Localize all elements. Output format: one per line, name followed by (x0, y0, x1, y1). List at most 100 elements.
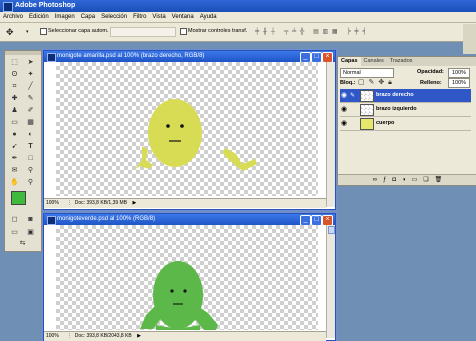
menu-bar: Archivo Edición Imagen Capa Selección Fi… (0, 12, 476, 23)
move-tool-icon[interactable]: ➤ (24, 58, 37, 68)
menu-edicion[interactable]: Edición (26, 12, 52, 22)
layer-row-cuerpo[interactable]: ◉ cuerpo (340, 117, 471, 131)
blur-tool-icon[interactable]: ● (8, 130, 21, 140)
layer-style-icon[interactable]: ƒ (383, 175, 386, 185)
document-status-bar: 100% ⋮ Doc: 393,8 KB/2043,8 KB ▶ (44, 331, 326, 341)
brush-link-icon: ✎ (350, 93, 356, 99)
lasso-tool-icon[interactable]: ʘ (8, 70, 21, 80)
eyedropper-tool-icon[interactable]: ⚲ (24, 166, 37, 176)
tab-capas[interactable]: Capas (338, 57, 361, 66)
menu-ayuda[interactable]: Ayuda (197, 12, 220, 22)
menu-ventana[interactable]: Ventana (169, 12, 197, 22)
tab-canales[interactable]: Canales (361, 57, 387, 66)
toolbox: ⬚ ➤ ʘ ✦ ⌗ ╱ ✚ ✎ ♟ ✐ ▭ ▦ ● ◐ ➹ T ✒ □ ✉ ⚲ … (4, 50, 42, 252)
document-title-bar[interactable]: monigote amarilla.psd al 100% (brazo der… (44, 51, 335, 62)
document-info: Doc: 393,8 KB/1,39 MB (74, 200, 128, 206)
quick-mask-mode-icon[interactable]: ◙ (24, 215, 37, 225)
dodge-tool-icon[interactable]: ◐ (24, 130, 37, 140)
shape-tool-icon[interactable]: □ (24, 154, 37, 164)
menu-capa[interactable]: Capa (78, 12, 98, 22)
eraser-tool-icon[interactable]: ▭ (8, 118, 21, 128)
path-selection-tool-icon[interactable]: ➹ (8, 142, 21, 152)
zoom-tool-icon[interactable]: ⚲ (24, 178, 37, 188)
menu-imagen[interactable]: Imagen (52, 12, 78, 22)
document-title: monigoteverde.psd al 100% (RGB/8) (57, 216, 156, 222)
document-title: monigote amarilla.psd al 100% (brazo der… (57, 53, 205, 59)
adjustment-layer-icon[interactable]: ◑ (402, 175, 406, 185)
pen-tool-icon[interactable]: ✒ (8, 154, 21, 164)
canvas-green[interactable] (56, 225, 318, 330)
maximize-button[interactable]: □ (311, 52, 322, 62)
fill-field[interactable]: 100% (448, 78, 470, 88)
zoom-level[interactable]: 100% (44, 199, 64, 208)
auto-select-label: Seleccionar capa autom. (48, 28, 109, 34)
menu-vista[interactable]: Vista (149, 12, 168, 22)
layer-name: brazo izquierdo (376, 106, 417, 112)
brush-tool-icon[interactable]: ✎ (24, 94, 37, 104)
layer-row-brazo-derecho[interactable]: ◉ ✎ brazo derecho (340, 89, 471, 103)
stamp-tool-icon[interactable]: ♟ (8, 106, 21, 116)
auto-select-target-select[interactable] (110, 27, 176, 37)
new-group-icon[interactable]: ▭ (412, 175, 418, 185)
palette-well (463, 24, 476, 54)
layers-palette-footer: ∞ ƒ ◘ ◑ ▭ ❏ 🗑︎ (338, 174, 476, 185)
visibility-eye-icon[interactable]: ◉ (341, 92, 348, 99)
slice-tool-icon[interactable]: ╱ (24, 82, 37, 92)
jump-to-imageready-icon[interactable]: ⇆ (16, 239, 29, 249)
minimize-button[interactable]: _ (300, 215, 311, 225)
link-layers-icon[interactable]: ∞ (373, 175, 377, 185)
opacity-label: Opacidad: (417, 69, 444, 75)
toolbox-grip[interactable] (5, 51, 41, 55)
options-bar: ✥ ▾ Seleccionar capa autom. Mostrar cont… (0, 23, 476, 42)
trash-icon[interactable]: 🗑︎ (435, 175, 443, 185)
blend-mode-select[interactable]: Normal (340, 68, 394, 78)
tool-preset-dropdown-icon[interactable]: ▾ (26, 29, 29, 35)
menu-filtro[interactable]: Filtro (130, 12, 149, 22)
healing-brush-tool-icon[interactable]: ✚ (8, 94, 21, 104)
show-controls-checkbox[interactable] (180, 28, 187, 35)
green-figure (140, 261, 218, 330)
yellow-figure (134, 99, 257, 171)
opacity-field[interactable]: 100% (448, 68, 470, 78)
screen-mode-icon[interactable]: ▭ (8, 228, 21, 238)
type-tool-icon[interactable]: T (24, 142, 37, 152)
maximize-button[interactable]: □ (311, 215, 322, 225)
tab-trazados[interactable]: Trazados (387, 57, 416, 66)
align-buttons-icon[interactable]: ╪ ╫ ┼ ╤ ╧ ╬ ▤ ▥ ▦ ╞ ╪ ╡ (255, 28, 368, 35)
close-button[interactable]: × (322, 52, 333, 62)
crop-tool-icon[interactable]: ⌗ (8, 82, 21, 92)
vertical-scrollbar[interactable] (326, 225, 335, 338)
add-mask-icon[interactable]: ◘ (392, 175, 396, 185)
auto-select-checkbox[interactable] (40, 28, 47, 35)
layer-row-brazo-izquierdo[interactable]: ◉ brazo izquierdo (340, 103, 471, 117)
move-tool-icon[interactable]: ✥ (6, 27, 14, 38)
document-window-green: monigoteverde.psd al 100% (RGB/8) _ □ × … (43, 213, 336, 341)
visibility-eye-icon[interactable]: ◉ (341, 120, 348, 127)
minimize-button[interactable]: _ (300, 52, 311, 62)
foreground-color-swatch[interactable] (11, 191, 26, 205)
close-button[interactable]: × (322, 215, 333, 225)
document-icon (47, 216, 56, 225)
layers-palette: Capas Canales Trazados Normal Opacidad: … (337, 56, 476, 186)
lock-icons[interactable]: ▢ ✎ ✥ 🔒︎ (358, 78, 393, 87)
marquee-tool-icon[interactable]: ⬚ (8, 58, 21, 68)
standard-mode-icon[interactable]: ◻ (8, 215, 21, 225)
menu-archivo[interactable]: Archivo (0, 12, 26, 22)
status-menu-arrow-icon[interactable]: ▶ (128, 200, 136, 206)
hand-tool-icon[interactable]: ✋ (8, 178, 21, 188)
zoom-level[interactable]: 100% (44, 332, 64, 341)
new-layer-icon[interactable]: ❏ (423, 175, 428, 185)
magic-wand-tool-icon[interactable]: ✦ (24, 70, 37, 80)
document-title-bar[interactable]: monigoteverde.psd al 100% (RGB/8) _ □ × (44, 214, 335, 225)
status-menu-arrow-icon[interactable]: ▶ (133, 333, 141, 339)
vertical-scrollbar[interactable] (326, 62, 335, 207)
menu-seleccion[interactable]: Selección (98, 12, 130, 22)
zoom-separator-icon: ⋮ (66, 200, 72, 206)
gradient-tool-icon[interactable]: ▦ (24, 118, 37, 128)
notes-tool-icon[interactable]: ✉ (8, 166, 21, 176)
visibility-eye-icon[interactable]: ◉ (341, 106, 348, 113)
canvas-yellow[interactable] (56, 62, 318, 196)
layers-palette-tabs: Capas Canales Trazados (338, 57, 476, 66)
history-brush-tool-icon[interactable]: ✐ (24, 106, 37, 116)
fullscreen-mode-icon[interactable]: ▣ (24, 228, 37, 238)
